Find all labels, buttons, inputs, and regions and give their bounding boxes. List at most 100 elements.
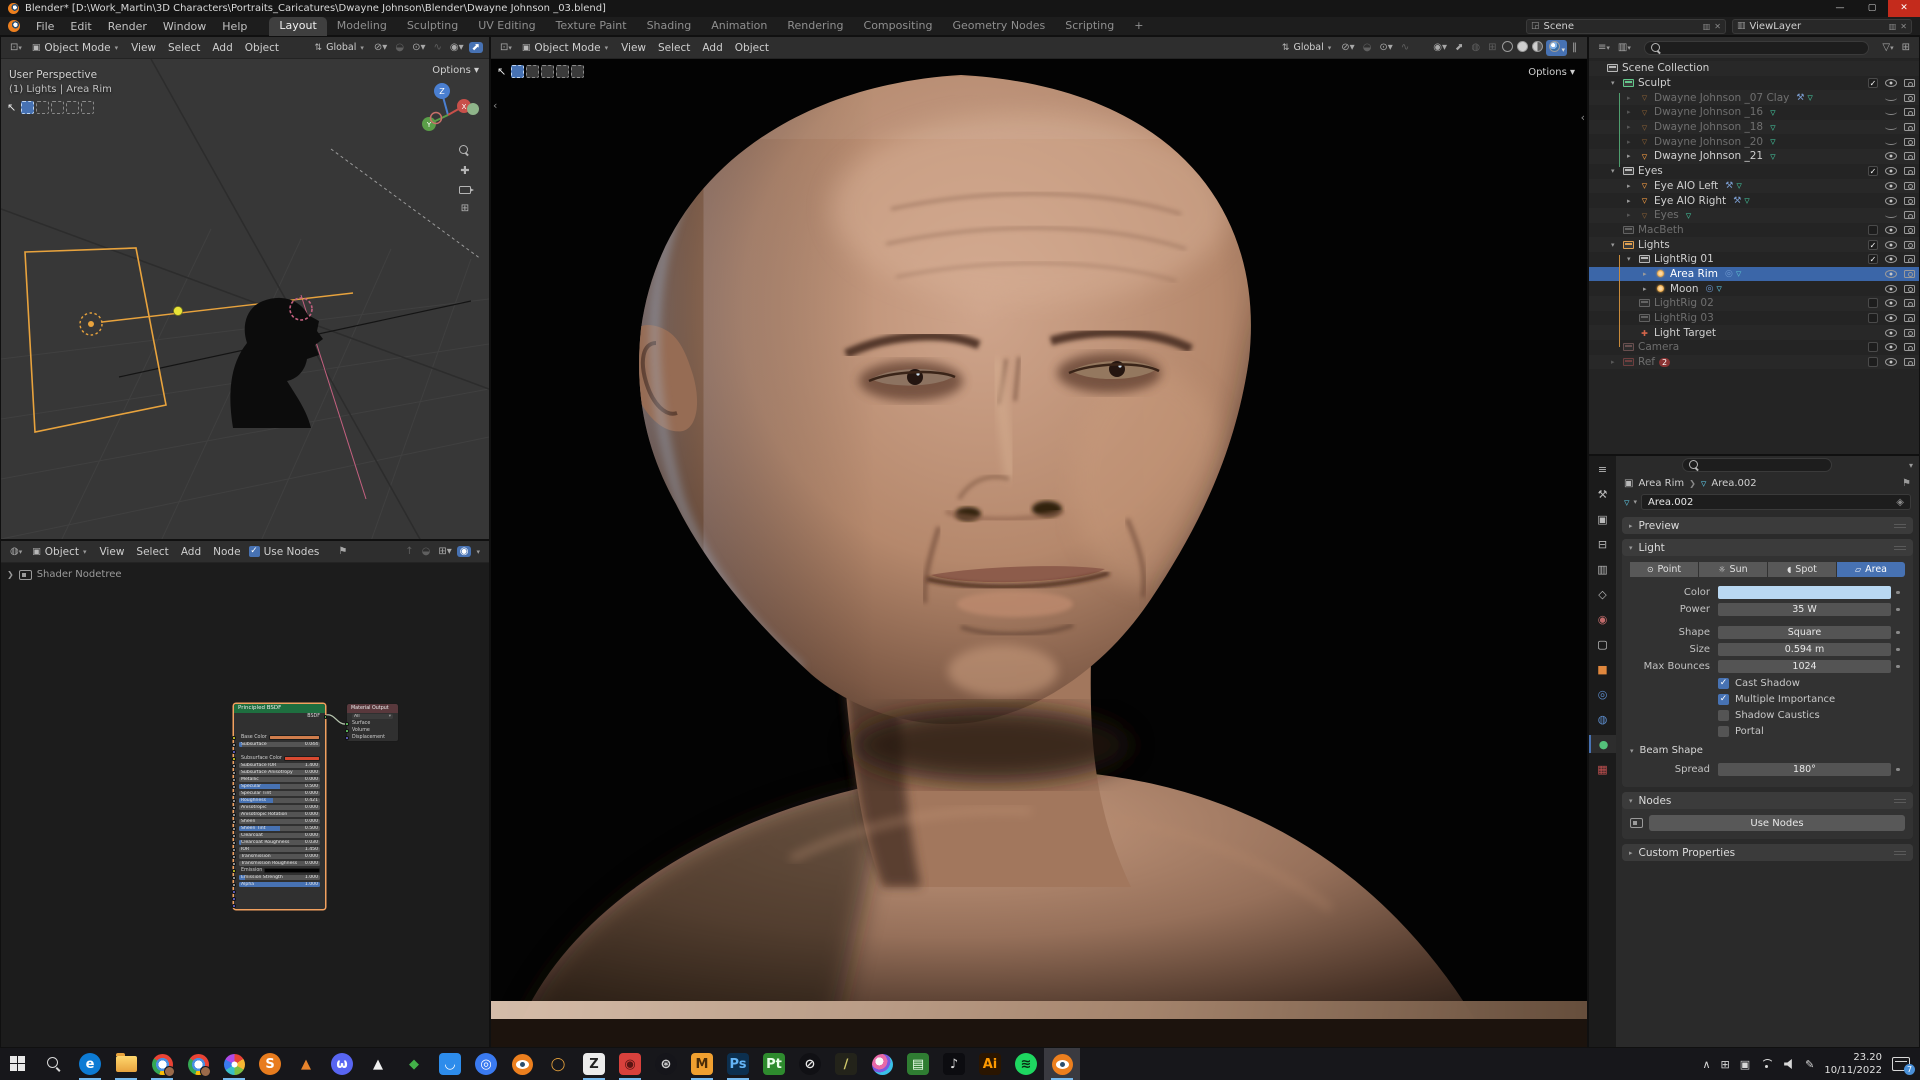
input-socket[interactable] [232,855,236,859]
hide-eye-icon[interactable] [1885,95,1897,101]
outliner-row[interactable]: MacBeth [1589,223,1919,238]
gizmo-icon[interactable]: ⬈ [1452,42,1466,53]
outliner-row[interactable]: ▸ Eyes [1589,208,1919,223]
overlays-icon[interactable]: ◍ [1468,42,1483,53]
node-row[interactable] [234,902,325,909]
viewport-menu-item[interactable]: Object [239,42,285,54]
expand-arrow-icon[interactable]: ▸ [1643,285,1653,293]
node-slider[interactable]: Transmission Roughness 0.000 [239,861,320,867]
outliner-item-label[interactable]: LightRig 02 [1654,297,1714,309]
orientation-dropdown[interactable]: ⇅ Global ▾ [310,41,369,54]
expand-arrow-icon[interactable]: ▸ [1627,211,1637,219]
taskbar-app-button[interactable]: S [252,1048,288,1080]
node-slider[interactable]: Roughness 0.421 [239,798,320,804]
shader-menu-item[interactable]: Select [130,546,174,558]
input-socket[interactable] [232,736,236,740]
input-socket[interactable] [345,729,349,733]
input-socket[interactable] [232,778,236,782]
input-socket[interactable] [232,869,236,873]
viewport-menu-item[interactable]: Select [162,42,206,54]
hide-eye-icon[interactable] [1885,152,1897,160]
visibility-filter-icon[interactable]: ◉▾ [447,42,467,53]
disable-render-camera-icon[interactable] [1904,329,1915,337]
taskbar-clock[interactable]: 23.20 10/11/2022 [1824,1051,1882,1077]
select-box-mode-active[interactable] [21,101,34,114]
proportional-edit-icon[interactable]: ⊙▾ [1376,42,1395,53]
select-mode-3[interactable] [51,101,64,114]
fake-user-shield-icon[interactable]: ◈ [1896,495,1904,509]
input-socket[interactable] [232,806,236,810]
disable-render-camera-icon[interactable] [1904,123,1915,131]
shading-solid-icon[interactable] [1516,41,1529,55]
disable-render-camera-icon[interactable] [1904,79,1915,87]
node-row[interactable]: All [347,713,398,720]
snap-node-icon[interactable]: ◒ [419,546,434,557]
node-row[interactable]: Base Color [234,734,325,741]
workspace-tab[interactable]: Scripting [1055,17,1124,36]
node-row[interactable]: Clearcoat 0.000 [234,832,325,839]
light-type-button[interactable]: ⊙ Point [1630,562,1698,577]
viewlayer-selector[interactable]: ▥ ViewLayer ▥ ✕ [1732,19,1912,34]
taskbar-app-button[interactable]: ◯ [540,1048,576,1080]
value-field[interactable]: Square [1718,626,1891,639]
properties-tab[interactable]: ⊟ [1589,535,1616,553]
workspace-tab[interactable]: Animation [701,17,777,36]
taskbar-app-button[interactable]: ω [324,1048,360,1080]
outliner-item-label[interactable]: LightRig 03 [1654,312,1714,324]
blender-menu-icon[interactable] [8,20,20,32]
node-title[interactable]: Material Output [347,704,398,713]
viewport-options-button[interactable]: Options ▾ [1528,67,1575,78]
minimize-button[interactable]: — [1824,0,1856,17]
outliner-row[interactable]: ▾ Sculpt [1589,76,1919,91]
use-nodes-button[interactable]: Use Nodes [1649,815,1905,831]
pin-icon[interactable]: ⚑ [1902,478,1911,489]
input-socket[interactable] [345,736,349,740]
properties-tab[interactable]: ◉ [1589,610,1616,628]
node-row[interactable] [234,895,325,902]
hide-eye-icon[interactable] [1885,255,1897,263]
expand-arrow-icon[interactable]: ▸ [1627,138,1637,146]
node-slider[interactable]: Alpha 1.000 [239,882,320,888]
properties-tab[interactable]: ◎ [1589,685,1616,703]
speaker-icon[interactable] [1784,1059,1795,1069]
principled-bsdf-node[interactable]: Principled BSDF BSDF [233,703,326,910]
menu-item[interactable]: Help [214,20,255,33]
disable-render-camera-icon[interactable] [1904,285,1915,293]
select-mode-2[interactable] [36,101,49,114]
taskbar-app-button[interactable] [216,1048,252,1080]
taskbar-app-button[interactable]: ▲ [360,1048,396,1080]
custom-properties-header[interactable]: ▸Custom Properties [1622,844,1913,861]
outliner-row[interactable]: ▸ Area Rim [1589,267,1919,282]
input-socket[interactable] [232,813,236,817]
exclude-checkbox[interactable] [1868,78,1878,88]
viewlayer-copy-icon[interactable]: ▥ [1889,22,1897,31]
checkbox[interactable] [1718,694,1729,705]
hide-eye-icon[interactable] [1885,167,1897,175]
hide-eye-icon[interactable] [1885,285,1897,293]
taskbar-app-button[interactable]: Pt [756,1048,792,1080]
menu-item[interactable]: Render [100,20,155,33]
node-row[interactable]: Alpha 1.000 [234,881,325,888]
taskbar-app-button[interactable] [144,1048,180,1080]
node-slider[interactable]: Anisotropic Rotation 0.000 [239,812,320,818]
workspace-tab[interactable]: Texture Paint [546,17,637,36]
taskbar-app-button[interactable] [864,1048,900,1080]
hide-eye-icon[interactable] [1885,79,1897,87]
shader-node-canvas[interactable]: ❯ Shader Nodetree Principled BSDF BSDF [1,563,489,1047]
viewport-menu-item[interactable]: View [125,42,162,54]
node-row[interactable]: Metallic 0.000 [234,776,325,783]
exclude-checkbox[interactable] [1868,298,1878,308]
node-slider[interactable]: IOR 1.450 [239,847,320,853]
node-row[interactable]: Transmission 0.000 [234,853,325,860]
properties-tab[interactable]: ▢ [1589,635,1616,653]
outliner-row[interactable]: Camera [1589,340,1919,355]
input-socket[interactable] [232,785,236,789]
disable-render-camera-icon[interactable] [1904,270,1915,278]
hide-eye-icon[interactable] [1885,124,1897,130]
hide-eye-icon[interactable] [1885,314,1897,322]
select-mode-4[interactable] [66,101,79,114]
taskbar-app-button[interactable]: ⊛ [648,1048,684,1080]
node-row[interactable]: Sheen 0.000 [234,818,325,825]
expand-arrow-icon[interactable]: ▾ [1611,241,1621,249]
node-row[interactable]: Volume [347,727,398,734]
